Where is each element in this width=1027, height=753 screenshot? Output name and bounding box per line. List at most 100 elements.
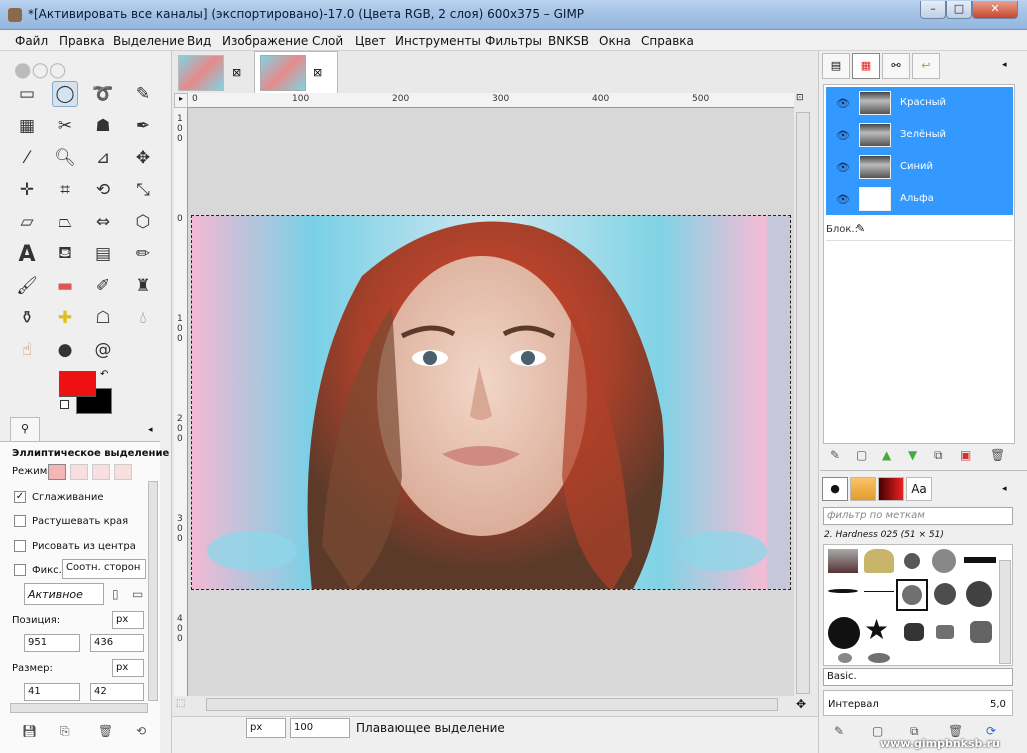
brush-thumb[interactable]: [970, 621, 992, 643]
panel-menu-icon[interactable]: ◂: [148, 425, 153, 435]
delete-options-icon[interactable]: 🗑︎: [98, 724, 113, 738]
menu-layer[interactable]: Слой: [312, 34, 343, 48]
brush-thumb[interactable]: [868, 653, 890, 663]
foreground-color-swatch[interactable]: [59, 371, 96, 397]
menu-image[interactable]: Изображение: [222, 34, 308, 48]
reset-options-icon[interactable]: ⟲: [136, 724, 146, 738]
eye-icon[interactable]: 👁︎: [836, 97, 850, 110]
menu-help[interactable]: Справка: [641, 34, 694, 48]
mode-subtract-button[interactable]: [92, 464, 110, 480]
quick-mask-toggle-icon[interactable]: ⬚: [176, 698, 185, 709]
blur-icon[interactable]: 💧︎: [130, 305, 156, 331]
duplicate-channel-icon[interactable]: ⧉: [934, 448, 943, 463]
brush-thumb[interactable]: [904, 553, 920, 569]
clone-icon[interactable]: ⚱: [14, 305, 40, 331]
shear-icon[interactable]: ▱: [14, 209, 40, 235]
restore-options-icon[interactable]: ⎘: [60, 724, 70, 739]
channel-row-blue[interactable]: 👁︎ Синий: [826, 151, 1013, 183]
minimize-button[interactable]: –: [920, 1, 946, 19]
menu-select[interactable]: Выделение: [113, 34, 184, 48]
brush-thumb[interactable]: [904, 623, 924, 641]
antialias-checkbox[interactable]: ✓: [14, 491, 26, 503]
rect-select-icon[interactable]: ▭: [14, 81, 40, 107]
menu-edit[interactable]: Правка: [59, 34, 105, 48]
flip-icon[interactable]: ⇔: [90, 209, 116, 235]
delete-brush-icon[interactable]: 🗑︎: [948, 724, 963, 738]
color-select-icon[interactable]: ▦: [14, 113, 40, 139]
dodge-burn-icon[interactable]: ●: [52, 337, 78, 363]
edit-brush-icon[interactable]: ✎: [834, 724, 844, 738]
image-canvas[interactable]: [191, 215, 791, 590]
paths-tab-icon[interactable]: ⚯: [882, 53, 910, 79]
scale-icon[interactable]: ⤡: [130, 177, 156, 203]
navigate-icon[interactable]: ✥: [796, 697, 806, 711]
channels-tab-icon[interactable]: ▦: [852, 53, 880, 79]
brush-thumb[interactable]: [838, 653, 852, 663]
maximize-button[interactable]: □: [946, 1, 972, 19]
gradient-icon[interactable]: ▤: [90, 241, 116, 267]
image-tab-1-close-icon[interactable]: ⊠: [232, 66, 241, 79]
bucket-fill-icon[interactable]: ⛾: [52, 241, 78, 267]
brush-tag-filter-input[interactable]: фильтр по меткам: [823, 507, 1013, 525]
canvas-vertical-scrollbar[interactable]: [796, 112, 810, 694]
star-brush-icon[interactable]: ★: [864, 613, 889, 646]
brush-thumb[interactable]: [934, 583, 956, 605]
perspective-icon[interactable]: ⏢: [52, 209, 78, 235]
eye-icon[interactable]: 👁︎: [836, 193, 850, 206]
position-x-input[interactable]: 951: [24, 634, 80, 652]
mode-replace-button[interactable]: [48, 464, 66, 480]
channels-panel-menu-icon[interactable]: ◂: [1002, 60, 1007, 70]
tool-options-tab-icon[interactable]: ⚲: [10, 417, 40, 441]
save-options-icon[interactable]: 💾︎: [22, 724, 37, 738]
new-brush-icon[interactable]: ▢: [872, 724, 883, 738]
brush-thumb[interactable]: [828, 617, 860, 649]
portrait-icon[interactable]: ▯: [112, 587, 119, 601]
position-y-input[interactable]: 436: [90, 634, 144, 652]
quick-mask-corner-icon[interactable]: ▸: [174, 93, 188, 108]
menu-view[interactable]: Вид: [187, 34, 211, 48]
mode-intersect-button[interactable]: [114, 464, 132, 480]
cage-transform-icon[interactable]: ⬡: [130, 209, 156, 235]
swap-colors-icon[interactable]: ↶: [100, 369, 108, 380]
layers-tab-icon[interactable]: ▤: [822, 53, 850, 79]
lock-brush-icon[interactable]: ✎: [856, 222, 865, 235]
brush-thumb[interactable]: [964, 557, 996, 563]
active-value-field[interactable]: Активное: [24, 583, 104, 605]
move-icon[interactable]: ✥: [130, 145, 156, 171]
color-picker-icon[interactable]: ⁄: [14, 145, 40, 171]
foreground-select-icon[interactable]: ☗: [90, 113, 116, 139]
ink-icon[interactable]: ♜: [130, 273, 156, 299]
swirl-icon[interactable]: @: [90, 337, 116, 363]
brushes-panel-menu-icon[interactable]: ◂: [1002, 484, 1007, 494]
menu-color[interactable]: Цвет: [355, 34, 386, 48]
from-center-checkbox[interactable]: [14, 540, 26, 552]
unit-select[interactable]: px: [246, 718, 286, 738]
heal-icon[interactable]: ✚: [52, 305, 78, 331]
eye-icon[interactable]: 👁︎: [836, 129, 850, 142]
reset-colors-icon[interactable]: [60, 400, 69, 409]
lower-channel-icon[interactable]: ▼: [908, 448, 917, 462]
gradients-tab-icon[interactable]: [878, 477, 904, 501]
tool-options-hscrollbar[interactable]: [10, 703, 148, 713]
paintbrush-icon[interactable]: 🖌︎: [14, 273, 40, 299]
brush-thumb[interactable]: [966, 581, 992, 607]
menu-file[interactable]: Файл: [15, 34, 48, 48]
channel-row-red[interactable]: 👁︎ Красный: [826, 87, 1013, 119]
rotate-icon[interactable]: ⟲: [90, 177, 116, 203]
channel-to-selection-icon[interactable]: ▣: [960, 448, 971, 462]
scissors-icon[interactable]: ✂: [52, 113, 78, 139]
fixed-mode-select[interactable]: Соотн. сторон: [62, 559, 146, 579]
tool-options-scrollbar[interactable]: [148, 481, 158, 701]
lasso-icon[interactable]: ➰: [90, 81, 116, 107]
menu-windows[interactable]: Окна: [599, 34, 631, 48]
airbrush-icon[interactable]: ✐: [90, 273, 116, 299]
brush-preset-select[interactable]: Basic.: [823, 668, 1013, 686]
eraser-icon[interactable]: ▬: [52, 273, 78, 299]
perspective-clone-icon[interactable]: ☖: [90, 305, 116, 331]
brush-thumb[interactable]: [828, 589, 858, 593]
menu-filters[interactable]: Фильтры: [485, 34, 542, 48]
brushes-tab-icon[interactable]: ●: [822, 477, 848, 501]
close-button[interactable]: ✕: [972, 1, 1018, 19]
channel-row-alpha[interactable]: 👁︎ Альфа: [826, 183, 1013, 215]
feather-checkbox[interactable]: [14, 515, 26, 527]
